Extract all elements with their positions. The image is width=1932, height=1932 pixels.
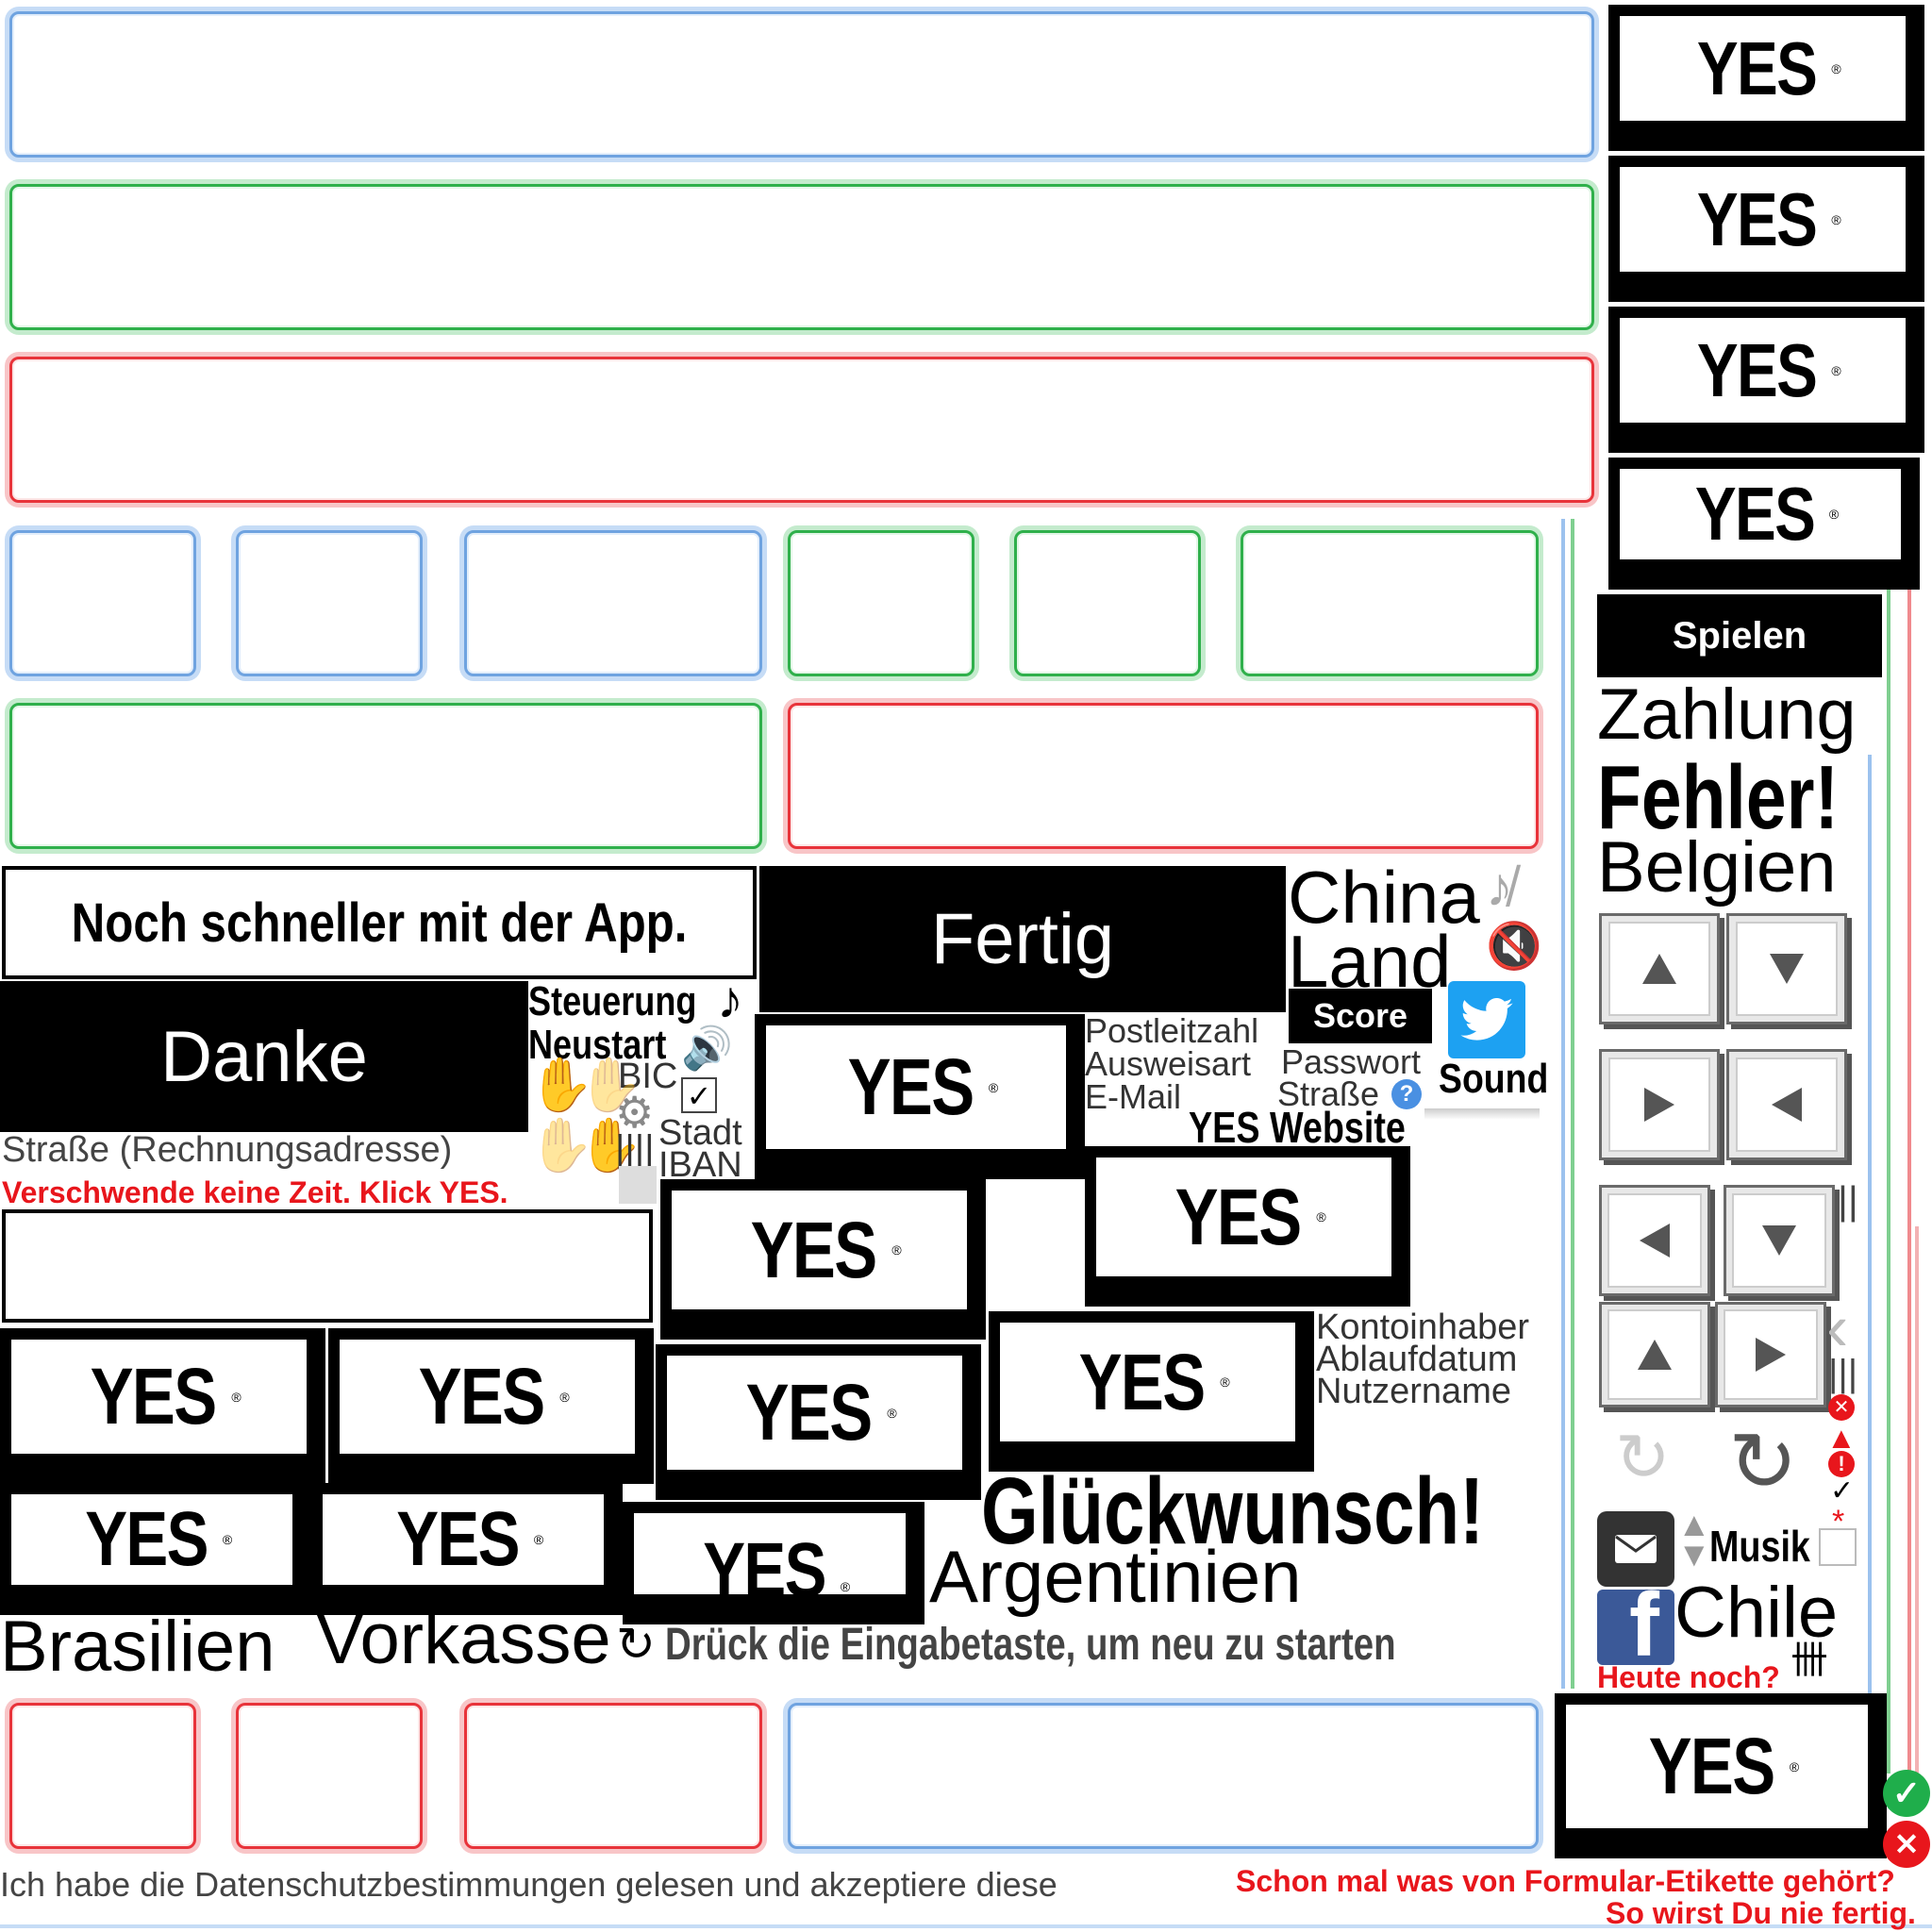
music-muted-icon[interactable]: ♪̸ [1486, 860, 1513, 915]
arrow-right-key[interactable] [1599, 1049, 1720, 1160]
yes-button[interactable]: YES ® [1555, 1693, 1887, 1858]
checkmark-small-icon: ✓ [1830, 1475, 1855, 1507]
speaker-muted-icon[interactable]: 🔇 [1486, 924, 1542, 970]
yes-button[interactable]: YES ® [0, 1328, 325, 1484]
yes-button[interactable]: YES ® [755, 1014, 1085, 1179]
yes-button[interactable]: YES ® [656, 1344, 981, 1500]
heute-noch-message: Heute noch? [1597, 1660, 1780, 1694]
arrow-down-key[interactable] [1724, 1185, 1835, 1296]
arrow-down-key[interactable] [1726, 913, 1847, 1024]
vorkasse-label: Vorkasse [316, 1599, 611, 1679]
form-field-2[interactable] [9, 184, 1594, 330]
form-field-10[interactable] [9, 703, 762, 849]
danke-button[interactable]: Danke [0, 981, 528, 1132]
refresh-icon-light[interactable]: ↻ [1615, 1424, 1671, 1491]
etikette-message: Schon mal was von Formular-Etikette gehö… [1236, 1864, 1895, 1898]
bars-icon: ||| [1828, 1353, 1858, 1394]
gray-square [619, 1166, 657, 1204]
yes-button[interactable]: YES ® [0, 1483, 311, 1615]
nutzername-label: Nutzername [1316, 1372, 1511, 1411]
rail-red-far [1915, 1226, 1919, 1774]
arrow-up-key[interactable] [1599, 913, 1720, 1024]
form-field-12[interactable] [9, 1703, 196, 1849]
form-field-1[interactable] [9, 11, 1594, 158]
invalid-x-icon: ✕ [1883, 1821, 1930, 1868]
pause-icon[interactable]: || [1838, 1181, 1858, 1221]
speaker-icon[interactable]: 🔊 [681, 1028, 733, 1070]
app-banner-label: Noch schneller mit der App. [71, 891, 688, 954]
land-label: Land [1288, 920, 1452, 1003]
form-field-14[interactable] [464, 1703, 762, 1849]
brasilien-label: Brasilien [0, 1607, 275, 1687]
restart-icon[interactable]: ↻ [616, 1621, 656, 1668]
form-field-4[interactable] [9, 530, 196, 676]
tally-icon: |||| [615, 1128, 655, 1170]
checkbox-checked[interactable]: ✓ [681, 1077, 717, 1113]
belgien-label: Belgien [1597, 827, 1837, 908]
arrow-left-key[interactable] [1599, 1185, 1710, 1296]
valid-check-icon: ✓ [1883, 1770, 1930, 1817]
mail-icon[interactable] [1597, 1511, 1674, 1587]
arrow-up-key[interactable] [1599, 1302, 1710, 1407]
yes-button[interactable]: YES ® [1085, 1146, 1410, 1307]
argentinien-label: Argentinien [929, 1535, 1302, 1618]
form-field-5[interactable] [236, 530, 423, 676]
rail-red-right [1907, 491, 1911, 1774]
steuerung-label: Steuerung [528, 978, 697, 1024]
error-x-icon: ✕ [1828, 1394, 1855, 1421]
yes-button[interactable]: YES ® [989, 1311, 1314, 1472]
app-banner[interactable]: Noch schneller mit der App. [2, 866, 757, 979]
yes-button[interactable]: YES ® [1608, 307, 1924, 453]
yes-button[interactable]: YES ® [660, 1179, 986, 1340]
iban-label: IBAN [658, 1145, 742, 1185]
yes-website-link[interactable]: YES Website [1189, 1106, 1453, 1149]
spielen-button[interactable]: Spielen [1597, 594, 1882, 677]
form-field-13[interactable] [236, 1703, 423, 1849]
yes-button[interactable]: YES ® [1608, 156, 1924, 302]
datenschutz-label: Ich habe die Datenschutzbestimmungen gel… [0, 1865, 1058, 1904]
form-field-6[interactable] [464, 530, 762, 676]
sound-label: Sound [1439, 1056, 1549, 1102]
restart-hint: Drück die Eingabetaste, um neu zu starte… [665, 1620, 1396, 1670]
music-note-icon[interactable]: ♪ [717, 974, 743, 1026]
form-field-9[interactable] [1241, 530, 1539, 676]
nie-fertig-message: So wirst Du nie fertig. [1606, 1896, 1916, 1930]
refresh-icon[interactable]: ↻ [1728, 1421, 1798, 1504]
form-field-11[interactable] [788, 703, 1539, 849]
postleitzahl-label: Postleitzahl [1085, 1011, 1259, 1050]
error-alert-icon: ! [1828, 1451, 1855, 1477]
fertig-button[interactable]: Fertig [759, 866, 1286, 1012]
form-field-8[interactable] [1014, 530, 1201, 676]
form-field-7[interactable] [788, 530, 974, 676]
strasse-rechnung-label: Straße (Rechnungsadresse) [2, 1130, 453, 1170]
yes-button-partial[interactable]: YES ® [623, 1502, 924, 1624]
musik-checkbox[interactable] [1819, 1528, 1857, 1566]
arrow-left-key[interactable] [1726, 1049, 1847, 1160]
fertig-label: Fertig [930, 899, 1115, 979]
yes-button[interactable]: YES ® [311, 1483, 623, 1615]
tally-five-icon: 卌 [1790, 1640, 1828, 1681]
chile-label: Chile [1674, 1573, 1839, 1653]
twitter-icon[interactable] [1448, 981, 1525, 1058]
sort-icon[interactable]: ▲ ▼ [1677, 1507, 1711, 1572]
spielen-label: Spielen [1672, 614, 1807, 657]
musik-label: Musik [1709, 1522, 1810, 1571]
chevron-left-icon[interactable]: ‹ [1826, 1294, 1848, 1360]
verschwende-message: Verschwende keine Zeit. Klick YES. [2, 1175, 508, 1209]
arrow-right-key[interactable] [1715, 1302, 1826, 1407]
form-field-3[interactable] [9, 357, 1594, 503]
facebook-icon[interactable]: f [1597, 1590, 1674, 1665]
warning-icon: ▲ [1826, 1421, 1857, 1455]
yes-button[interactable]: YES ® [328, 1328, 654, 1484]
text-input-plain[interactable] [2, 1209, 653, 1323]
rail-green-right [1887, 491, 1890, 1774]
form-field-15[interactable] [788, 1703, 1539, 1849]
ausweisart-label: Ausweisart [1085, 1044, 1252, 1083]
yes-button[interactable]: YES ® [1608, 458, 1920, 590]
email-label: E-Mail [1085, 1077, 1182, 1116]
yes-button[interactable]: YES ® [1608, 5, 1924, 151]
rail-blue-right [1868, 755, 1872, 1698]
zahlung-label: Zahlung [1597, 675, 1857, 755]
danke-label: Danke [160, 1016, 368, 1097]
